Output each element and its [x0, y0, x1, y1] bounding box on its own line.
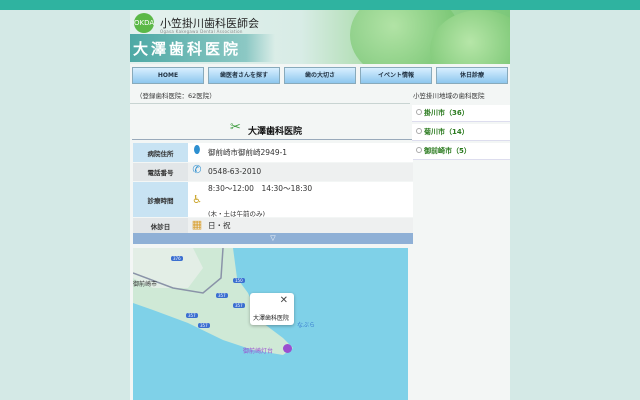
- dental-tools-icon: ✂: [230, 120, 241, 135]
- poi-label: なぶら: [297, 322, 316, 329]
- map[interactable]: 御前崎市 御前崎灯台 なぶら ✕ 大澤歯科医院 376 150 357 357 357 3…: [133, 248, 408, 400]
- phone-value[interactable]: 0548-63-2010: [206, 163, 261, 181]
- info-row-hours: 診療時間 ♿ 8:30〜12:00 14:30〜18:30 (木・土は午前のみ): [133, 182, 413, 218]
- row-label: 休診日: [133, 218, 188, 234]
- calendar-icon: ▦: [191, 218, 203, 231]
- row-label: 電話番号: [133, 163, 188, 181]
- nav-holiday-clinic[interactable]: 休日診療: [436, 67, 508, 84]
- route-shield: 357: [186, 313, 198, 318]
- page-title-bar: 大澤歯科医院: [130, 34, 275, 62]
- nav-tooth-importance[interactable]: 歯の大切さ: [284, 67, 356, 84]
- nav-find-dentist[interactable]: 歯医者さんを探す: [208, 67, 280, 84]
- row-label: 診療時間: [133, 182, 188, 217]
- poi-icon: [283, 344, 292, 353]
- route-shield: 376: [171, 256, 183, 261]
- sidebar-item-label: 掛川市（36）: [424, 109, 469, 117]
- divider: [132, 139, 412, 140]
- dental-chair-icon: ♿: [192, 193, 202, 206]
- poi-lighthouse[interactable]: 御前崎灯台: [243, 346, 273, 355]
- page-container: OKDA 小笠掛川歯科医師会 Ogasa Kakegawa Dental Ass…: [130, 10, 510, 400]
- sidebar-title: 小笠掛川地域の歯科医院: [413, 92, 485, 100]
- row-label: 病院住所: [133, 143, 188, 162]
- location-pin-icon: ⬮: [193, 143, 201, 156]
- header-banner: OKDA 小笠掛川歯科医師会 Ogasa Kakegawa Dental Ass…: [130, 10, 510, 64]
- registered-count: （登録歯科医院：62医院）: [136, 92, 216, 100]
- sidebar-item-label: 菊川市（14）: [424, 128, 469, 136]
- route-shield: 357: [233, 303, 245, 308]
- route-shield: 357: [216, 293, 228, 298]
- nav-events[interactable]: イベント情報: [360, 67, 432, 84]
- info-row-phone: 電話番号 ✆ 0548-63-2010: [133, 163, 413, 181]
- bullet-icon: [416, 147, 422, 153]
- info-row-address: 病院住所 ⬮ 御前崎市御前崎2949-1: [133, 143, 413, 162]
- bullet-icon: [416, 128, 422, 134]
- sidebar-item-kikugawa[interactable]: 菊川市（14）: [412, 124, 510, 141]
- map-info-window: ✕ 大澤歯科医院: [250, 293, 294, 325]
- close-icon[interactable]: ✕: [280, 295, 288, 306]
- route-shield: 357: [198, 323, 210, 328]
- closed-value: 日・祝: [208, 221, 231, 230]
- hours-note: (木・土は午前のみ): [208, 210, 266, 218]
- main-nav: HOME 歯医者さんを探す 歯の大切さ イベント情報 休日診療: [130, 67, 510, 84]
- phone-icon: ✆: [192, 163, 202, 176]
- bullet-icon: [416, 109, 422, 115]
- hours-value: 8:30〜12:00 14:30〜18:30: [208, 184, 313, 193]
- sidebar-item-label: 御前崎市（5）: [424, 147, 471, 155]
- association-logo[interactable]: OKDA: [134, 13, 154, 33]
- info-row-closed: 休診日 ▦ 日・祝: [133, 218, 413, 234]
- sidebar: 掛川市（36） 菊川市（14） 御前崎市（5）: [412, 105, 510, 162]
- nav-home[interactable]: HOME: [132, 67, 204, 84]
- sidebar-item-omaezaki[interactable]: 御前崎市（5）: [412, 143, 510, 160]
- page-title: 大澤歯科医院: [133, 40, 242, 58]
- clinic-info-table: 病院住所 ⬮ 御前崎市御前崎2949-1 電話番号 ✆ 0548-63-2010 診療時…: [133, 143, 413, 235]
- route-shield: 150: [233, 278, 245, 283]
- address-value: 御前崎市御前崎2949-1: [208, 148, 288, 157]
- top-bar: [0, 0, 640, 10]
- divider: [130, 103, 410, 104]
- city-label: 御前崎市: [133, 281, 158, 288]
- clinic-name: 大澤歯科医院: [248, 127, 303, 137]
- expand-button[interactable]: ▽: [133, 233, 413, 244]
- popup-clinic-name: 大澤歯科医院: [253, 315, 290, 322]
- sidebar-item-kakegawa[interactable]: 掛川市（36）: [412, 105, 510, 122]
